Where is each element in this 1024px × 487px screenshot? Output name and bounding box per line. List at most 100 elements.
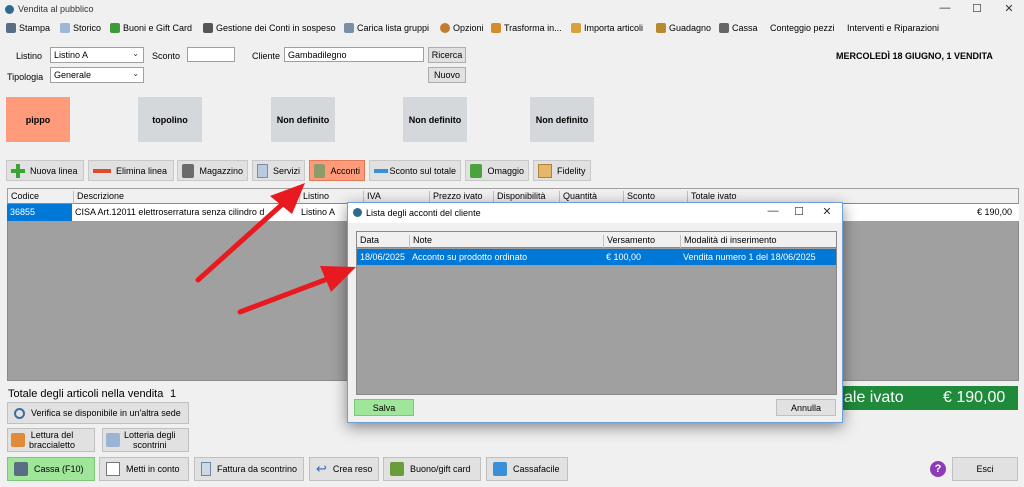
list-icon (344, 23, 354, 33)
card-icon (538, 163, 552, 178)
menu-buoni[interactable]: Buoni e Gift Card (110, 23, 192, 33)
dialog-maximize-button[interactable]: ☐ (784, 205, 814, 221)
document-icon (60, 23, 70, 33)
date-header: MERCOLEDÌ 18 GIUGNO, 1 VENDITA (836, 51, 993, 61)
col-versamento[interactable]: Versamento (603, 235, 655, 248)
total-items-label: Totale degli articoli nella vendita (8, 388, 164, 400)
menu-cassa[interactable]: Cassa (719, 23, 758, 33)
esci-button[interactable]: Esci (952, 457, 1018, 481)
minus-icon (374, 164, 388, 178)
col-codice[interactable]: Codice (8, 191, 39, 205)
menu-gestione-conti[interactable]: Gestione dei Conti in sospeso (203, 23, 336, 33)
col-listino[interactable]: Listino (299, 191, 329, 205)
elimina-linea-button[interactable]: Elimina linea (88, 160, 174, 181)
dialog-close-button[interactable]: ✕ (812, 205, 842, 221)
tile-non-definito-2[interactable]: Non definito (403, 97, 467, 142)
tile-non-definito-1[interactable]: Non definito (271, 97, 335, 142)
crea-reso-button[interactable]: ↩ Crea reso (309, 457, 379, 481)
metti-in-conto-button[interactable]: Metti in conto (99, 457, 189, 481)
total-display: ale ivato € 190,00 (840, 386, 1018, 410)
minimize-button[interactable]: — (930, 2, 960, 18)
document-icon (257, 163, 268, 178)
menu-trasforma[interactable]: Trasforma in... (491, 23, 562, 33)
buono-button[interactable]: Buono/gift card (383, 457, 481, 481)
col-descrizione[interactable]: Descrizione (73, 191, 124, 205)
minus-icon (93, 164, 111, 178)
return-arrow-icon: ↩ (316, 461, 327, 476)
fidelity-button[interactable]: Fidelity (533, 160, 591, 181)
printer-icon (6, 23, 16, 33)
menu-storico[interactable]: Storico (60, 23, 101, 33)
bracelet-icon (11, 433, 25, 447)
acconti-grid: Data Note Versamento Modalità di inserim… (356, 231, 837, 395)
tile-non-definito-3[interactable]: Non definito (530, 97, 594, 142)
cell-totale: € 190,00 (977, 207, 1013, 217)
col-data[interactable]: Data (357, 235, 379, 248)
help-icon[interactable]: ? (930, 461, 946, 477)
total-items-count: 1 (170, 388, 177, 400)
title-bar: Vendita al pubblico — ☐ ✕ (0, 0, 1024, 20)
cash-register-icon (14, 462, 28, 476)
app-icon (5, 5, 14, 14)
menu-stampa[interactable]: Stampa (6, 23, 50, 33)
cliente-input[interactable]: Gambadilegno (284, 47, 424, 62)
tile-pippo[interactable]: pippo (6, 97, 70, 142)
nuovo-button[interactable]: Nuovo (428, 67, 466, 83)
verifica-button[interactable]: Verifica se disponibile in un'altra sede (7, 402, 189, 424)
cassafacile-button[interactable]: Cassafacile (486, 457, 568, 481)
gear-icon (440, 23, 450, 33)
cash-icon (314, 163, 326, 178)
cell-codice: 36855 (10, 207, 36, 217)
cassa-button[interactable]: Cassa (F10) (7, 457, 95, 481)
total-label: ale ivato (844, 389, 904, 406)
cell-listino: Listino A (301, 207, 336, 217)
sconto-totale-button[interactable]: Sconto sul totale (369, 160, 461, 181)
cell-modalita: Vendita numero 1 del 18/06/2025 (683, 252, 816, 262)
acconti-dialog: Lista degli acconti del cliente — ☐ ✕ Da… (347, 202, 843, 423)
salva-button[interactable]: Salva (354, 399, 414, 416)
menu-bar: Stampa Storico Buoni e Gift Card Gestion… (0, 20, 1024, 38)
chevron-down-icon: ⌄ (132, 69, 139, 78)
col-modalita[interactable]: Modalità di inserimento (680, 235, 777, 248)
total-value: € 190,00 (943, 389, 1006, 406)
menu-interventi[interactable]: Interventi e Riparazioni (847, 23, 939, 33)
app-icon (353, 208, 362, 217)
magnifier-icon (14, 407, 25, 419)
menu-guadagno[interactable]: Guadagno (656, 23, 711, 33)
ledger-icon (203, 23, 213, 33)
lotteria-button[interactable]: Lotteria degli scontrini (102, 428, 189, 452)
plus-icon (11, 163, 25, 178)
tipologia-select[interactable]: Generale ⌄ (50, 67, 144, 83)
menu-importa[interactable]: Importa articoli (571, 23, 643, 33)
gift-icon (470, 163, 483, 178)
import-icon (571, 23, 581, 33)
menu-conteggio[interactable]: Conteggio pezzi (770, 23, 835, 33)
acconti-button[interactable]: Acconti (309, 160, 365, 181)
maximize-button[interactable]: ☐ (962, 2, 992, 18)
dialog-title: Lista degli acconti del cliente (366, 208, 481, 218)
fattura-button[interactable]: Fattura da scontrino (194, 457, 304, 481)
listino-select[interactable]: Listino A ⌄ (50, 47, 144, 63)
money-bag-icon (656, 23, 666, 33)
col-note[interactable]: Note (409, 235, 432, 248)
servizi-button[interactable]: Servizi (252, 160, 305, 181)
annulla-button[interactable]: Annulla (776, 399, 836, 416)
listino-label: Listino (16, 51, 43, 61)
omaggio-button[interactable]: Omaggio (465, 160, 529, 181)
menu-opzioni[interactable]: Opzioni (440, 23, 484, 33)
table-row[interactable]: 18/06/2025 Acconto su prodotto ordinato … (357, 249, 836, 265)
menu-carica-lista[interactable]: Carica lista gruppi (344, 23, 429, 33)
sconto-label: Sconto (152, 51, 181, 61)
transform-icon (491, 23, 501, 33)
braccialetto-button[interactable]: Lettura del braccialetto (7, 428, 95, 452)
tile-topolino[interactable]: topolino (138, 97, 202, 142)
close-button[interactable]: ✕ (994, 2, 1024, 18)
nuova-linea-button[interactable]: Nuova linea (6, 160, 84, 181)
dialog-title-bar: Lista degli acconti del cliente — ☐ ✕ (348, 203, 842, 223)
sconto-input[interactable] (187, 47, 235, 62)
magazzino-button[interactable]: Magazzino (177, 160, 248, 181)
ricerca-button[interactable]: Ricerca (428, 47, 466, 63)
ledger-icon (106, 462, 120, 476)
monitor-icon (493, 462, 507, 476)
cash-register-icon (719, 23, 729, 33)
